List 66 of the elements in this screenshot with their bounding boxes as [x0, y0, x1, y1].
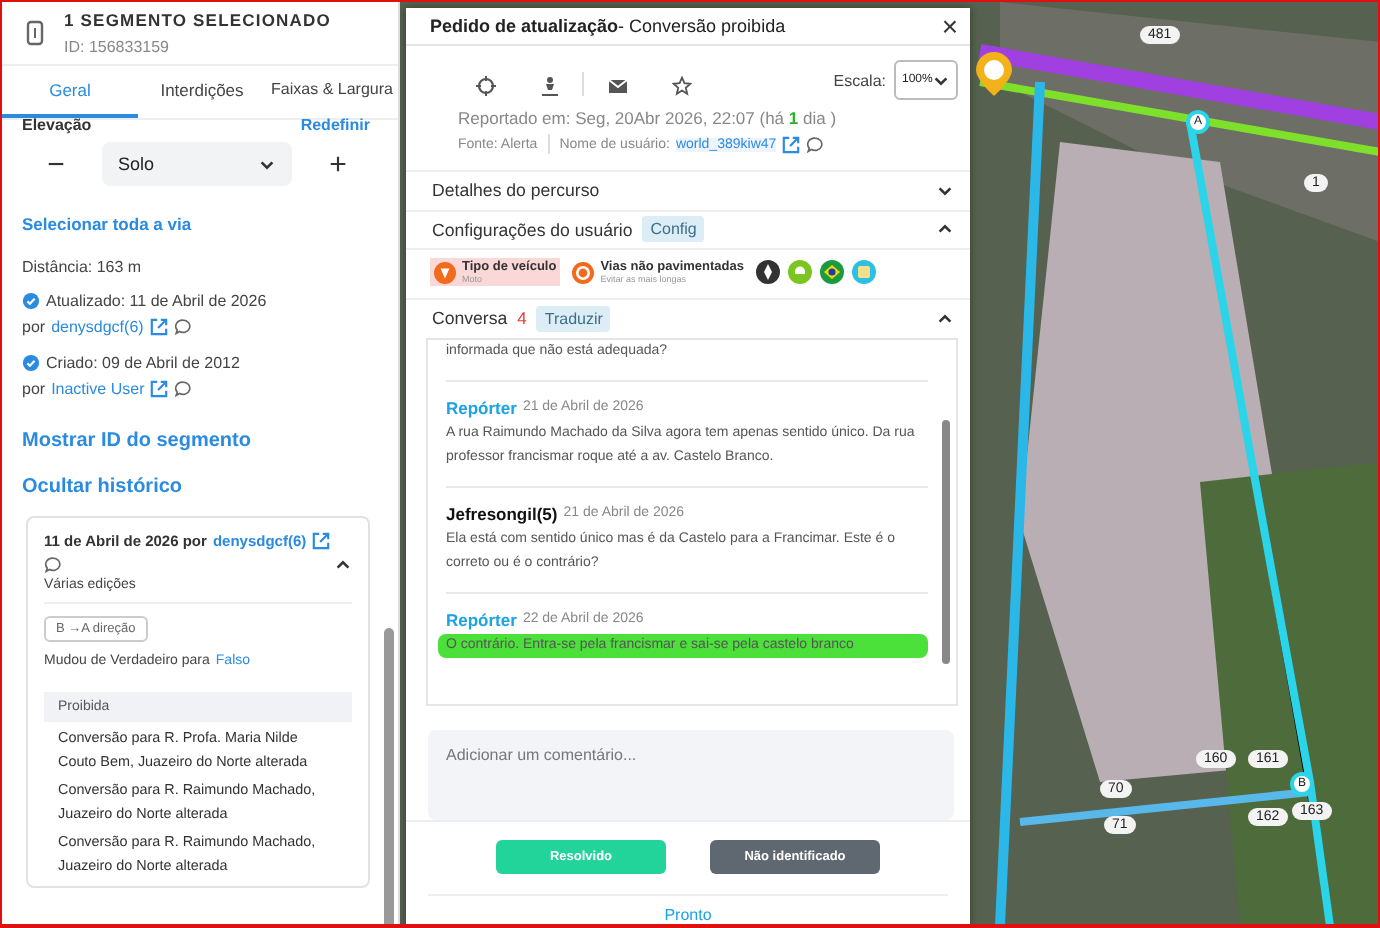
chat-icon[interactable]: [806, 135, 825, 153]
verified-icon: [22, 292, 40, 310]
distance-text: Distância: 163 m: [22, 258, 144, 276]
comment-field[interactable]: Adicionar um comentário...: [428, 729, 954, 820]
external-link-icon[interactable]: [312, 532, 331, 550]
chevron-down-icon[interactable]: [932, 71, 951, 89]
show-id-link[interactable]: Mostrar ID do segmento: [22, 430, 370, 452]
chevron-up-icon[interactable]: [936, 309, 954, 328]
section-tag: Config: [642, 216, 705, 243]
envelope-icon[interactable]: [608, 76, 628, 96]
select-road-link[interactable]: Selecionar toda a via: [22, 214, 370, 234]
history-date: Criado: 09 de Abril de 2012: [46, 354, 240, 372]
elevation-select[interactable]: Solo: [102, 142, 292, 186]
external-link-icon[interactable]: [782, 135, 801, 153]
scale-label: Escala:: [833, 71, 886, 89]
vehicle-icon: [434, 261, 456, 284]
chevron-up-icon[interactable]: [936, 220, 954, 239]
message-author: Repórter: [446, 609, 517, 630]
reset-link[interactable]: Redefinir: [300, 116, 370, 134]
section-title: Conversa: [432, 308, 508, 329]
tab[interactable]: Faixas & Largura: [266, 66, 398, 118]
history-date: Atualizado: 11 de Abril de 2026: [46, 292, 267, 310]
elevation-label: Elevação: [22, 116, 92, 134]
chat-icon[interactable]: [44, 556, 62, 574]
reported-date: Reportado em: Seg, 20Abr 2026, 22:07 (há 1 dia ): [456, 108, 839, 128]
external-link-icon[interactable]: [149, 318, 168, 336]
external-link-icon[interactable]: [150, 380, 169, 398]
chat-icon[interactable]: [174, 380, 193, 398]
segment-id: ID: 156833159: [64, 38, 171, 56]
section-title: Configurações do usuário: [432, 219, 633, 240]
chevron-down-icon[interactable]: [936, 181, 954, 200]
tab[interactable]: Interdições: [138, 66, 266, 118]
message-author: Repórter: [446, 397, 517, 418]
close-button[interactable]: ×: [941, 14, 958, 38]
section-header[interactable]: Configurações do usuário Config: [406, 209, 970, 249]
section-header[interactable]: Conversa 4 Traduzir: [406, 298, 970, 338]
user-link[interactable]: Inactive User: [51, 380, 145, 398]
user-link[interactable]: denysdgcf(6): [51, 318, 144, 336]
crosshair-icon[interactable]: [476, 76, 496, 96]
message-author: Jefresongil(5): [446, 503, 558, 524]
compass-icon: [755, 260, 780, 285]
by-label: por: [22, 318, 46, 336]
scrollbar[interactable]: [384, 628, 394, 924]
decrease-button[interactable]: −: [30, 147, 82, 181]
message-count: 4: [517, 308, 527, 329]
segment-icon: [26, 20, 44, 46]
scrollbar[interactable]: [942, 419, 950, 664]
person-pin-icon[interactable]: [540, 76, 560, 96]
flag-icon: [819, 260, 844, 285]
panel-title: 1 SEGMENTO SELECIONADO: [64, 10, 331, 30]
by-label: por: [22, 380, 46, 398]
section-header[interactable]: Detalhes do percurso: [406, 170, 970, 210]
done-button[interactable]: Pronto: [428, 893, 948, 924]
map-pin-icon[interactable]: [974, 50, 1014, 98]
chevron-down-icon[interactable]: [258, 155, 276, 173]
road-surface-icon: [572, 261, 595, 284]
chat-icon[interactable]: [173, 318, 192, 336]
dialog-title: Pedido de atualização- Conversão proibida: [430, 16, 786, 36]
hide-history-link[interactable]: Ocultar histórico: [22, 476, 370, 498]
chevron-up-icon[interactable]: [334, 556, 352, 574]
translate-tag[interactable]: Traduzir: [536, 305, 611, 332]
verified-icon: [22, 354, 40, 372]
section-title: Detalhes do percurso: [432, 180, 600, 201]
star-icon[interactable]: [672, 76, 692, 96]
tab[interactable]: Geral: [2, 66, 138, 118]
increase-button[interactable]: +: [312, 147, 364, 181]
